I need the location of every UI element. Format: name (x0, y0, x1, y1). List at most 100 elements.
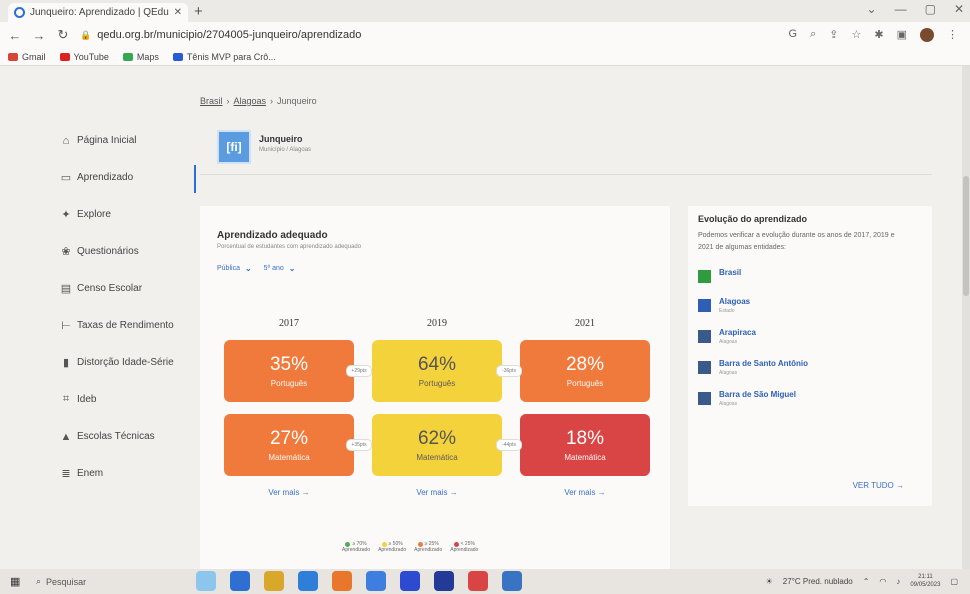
browser-tab[interactable]: Junqueiro: Aprendizado | QEdu ✕ (8, 3, 188, 22)
share-icon[interactable]: ⇪ (829, 28, 838, 42)
scroll-thumb[interactable] (963, 176, 969, 296)
diff-badge: +35pts (346, 439, 372, 451)
taskbar-app-icon[interactable] (366, 571, 386, 591)
matematica-card-2019[interactable]: 62% Matemática (372, 414, 502, 476)
search-label: Pesquisar (46, 576, 87, 587)
year-label: 2017 (279, 318, 299, 329)
sidebar-item-censo-escolar[interactable]: ▤ Censo Escolar (60, 270, 196, 307)
back-icon[interactable]: ← (8, 28, 22, 43)
breadcrumb-separator: › (270, 96, 274, 106)
year-column-2021: 2021 28% Português 18% Matemática Ver ma… (520, 318, 650, 497)
tab-search-icon[interactable]: ⌄ (867, 2, 877, 16)
sidebar-item-label: Questionários (77, 246, 139, 257)
matematica-card-2017[interactable]: 27% Matemática (224, 414, 354, 476)
weather-icon[interactable]: ☀ (766, 577, 773, 586)
taskbar-search[interactable]: ⌕ Pesquisar (36, 576, 156, 587)
page-content: Brasil › Alagoas › Junqueiro ⌂ Página Ini… (0, 66, 962, 569)
tab-close-icon[interactable]: ✕ (174, 7, 182, 18)
minimize-icon[interactable]: — (895, 2, 907, 16)
entity-sub: Alagoas (719, 339, 738, 345)
extensions-icon[interactable]: ✱ (874, 28, 883, 42)
maximize-icon[interactable]: ▢ (925, 2, 936, 16)
taskbar-app-icon[interactable] (502, 571, 522, 591)
portugues-card-2021[interactable]: 28% Português (520, 340, 650, 402)
breadcrumb-alagoas[interactable]: Alagoas (234, 96, 267, 106)
breadcrumb: Brasil › Alagoas › Junqueiro (200, 96, 317, 106)
diff-badge: -44pts (496, 439, 522, 451)
sidebar-item-explore[interactable]: ✦ Explore (60, 196, 196, 233)
entity-alagoas[interactable]: Alagoas Estado (698, 297, 922, 314)
legend-dot (345, 541, 351, 547)
portugues-card-2019[interactable]: 64% Português (372, 340, 502, 402)
sidebar-item-escolas-tecnicas[interactable]: ▲ Escolas Técnicas (60, 418, 196, 455)
taskbar-app-icon[interactable] (468, 571, 488, 591)
bookmark-maps[interactable]: Maps (122, 52, 159, 62)
weather-text[interactable]: 27°C Pred. nublado (783, 577, 853, 586)
taskbar-app-icon[interactable] (332, 571, 352, 591)
url-field[interactable]: 🔒 qedu.org.br/municipio/2704005-junqueir… (80, 29, 779, 41)
sidepanel-icon[interactable]: ▣ (897, 28, 907, 42)
zoom-icon[interactable]: ⌕ (810, 28, 816, 42)
entity-name: Barra de Santo Antônio (719, 359, 809, 368)
bookmark-star-icon[interactable]: ☆ (852, 28, 862, 42)
entity-arapiraca[interactable]: Arapiraca Alagoas (698, 328, 922, 345)
sidebar-item-ideb[interactable]: ⌗ Ideb (60, 381, 196, 418)
google-icon[interactable]: G (789, 28, 798, 42)
taskbar-app-icon[interactable] (400, 571, 420, 591)
sidebar-item-aprendizado[interactable]: ▭ Aprendizado (60, 159, 196, 196)
entity-brasil[interactable]: Brasil (698, 268, 922, 283)
taskbar-app-icon[interactable] (298, 571, 318, 591)
taskbar-app-icon[interactable] (434, 571, 454, 591)
bookmark-gmail[interactable]: Gmail (8, 52, 46, 62)
sidebar-item-pagina-inicial[interactable]: ⌂ Página Inicial (60, 122, 196, 159)
new-tab-button[interactable]: + (194, 3, 203, 20)
bookmark-youtube[interactable]: YouTube (59, 52, 109, 62)
sidebar-item-taxas-rendimento[interactable]: ⊢ Taxas de Rendimento (60, 307, 196, 344)
percentage: 35% (269, 354, 309, 375)
volume-icon[interactable]: ♪ (896, 577, 900, 586)
ver-tudo-link[interactable]: VER TUDO → (853, 481, 904, 490)
notifications-icon[interactable]: ▢ (950, 577, 958, 586)
sidebar-item-label: Aprendizado (77, 172, 134, 183)
menu-icon[interactable]: ⋮ (947, 28, 958, 42)
page-scrollbar[interactable] (962, 66, 970, 569)
portugues-card-2017[interactable]: 35% Português (224, 340, 354, 402)
tray-expand-icon[interactable]: ⌃ (863, 577, 870, 586)
year-column-2019: 2019 64% Português 62% Matemática Ver ma… (372, 318, 502, 497)
sidebar-item-label: Página Inicial (77, 135, 137, 146)
qedu-favicon-icon (14, 7, 25, 18)
matematica-card-2021[interactable]: 18% Matemática (520, 414, 650, 476)
sidebar-item-questionarios[interactable]: ❀ Questionários (60, 233, 196, 270)
network-filter-dropdown[interactable]: Pública ⌄ (217, 264, 252, 273)
sidebar-item-enem[interactable]: ≣ Enem (60, 455, 196, 492)
entity-name: Alagoas (719, 297, 751, 306)
clock[interactable]: 21:11 09/05/2023 (910, 573, 940, 589)
clock-time: 21:11 (918, 574, 933, 580)
url-text: qedu.org.br/municipio/2704005-junqueiro/… (97, 29, 362, 41)
grade-filter-dropdown[interactable]: 5º ano ⌄ (264, 264, 296, 273)
breadcrumb-brasil[interactable]: Brasil (200, 96, 223, 106)
taskbar-app-icon[interactable] (264, 571, 284, 591)
bookmark-tenis[interactable]: Tênis MVP para Crô... (172, 52, 276, 62)
year-label: 2021 (575, 318, 595, 329)
close-window-icon[interactable]: ✕ (954, 2, 964, 16)
network-icon[interactable]: ◠ (879, 577, 886, 586)
entity-sub: Alagoas (719, 370, 738, 376)
ver-mais-link[interactable]: Ver mais → (520, 488, 650, 497)
profile-avatar[interactable] (920, 28, 934, 42)
sidebar-item-label: Ideb (77, 394, 97, 405)
entity-barra-sao-miguel[interactable]: Barra de São Miguel Alagoas (698, 390, 922, 407)
entity-barra-santo-antonio[interactable]: Barra de Santo Antônio Alagoas (698, 359, 922, 376)
forward-icon[interactable]: → (32, 28, 46, 43)
reload-icon[interactable]: ↻ (56, 27, 70, 43)
search-icon: ⌕ (36, 576, 42, 586)
legend-item: ≥ 25% Aprendizado (414, 541, 443, 553)
subject-label: Português (566, 379, 604, 388)
ver-mais-link[interactable]: Ver mais → (372, 488, 502, 497)
taskbar-app-icon[interactable] (196, 571, 216, 591)
taskbar-app-icon[interactable] (230, 571, 250, 591)
sidebar-item-distorcao[interactable]: ▮ Distorção Idade-Série (60, 344, 196, 381)
filter-label: Pública (217, 265, 240, 272)
start-icon[interactable]: ▦ (10, 575, 26, 588)
ver-mais-link[interactable]: Ver mais → (224, 488, 354, 497)
